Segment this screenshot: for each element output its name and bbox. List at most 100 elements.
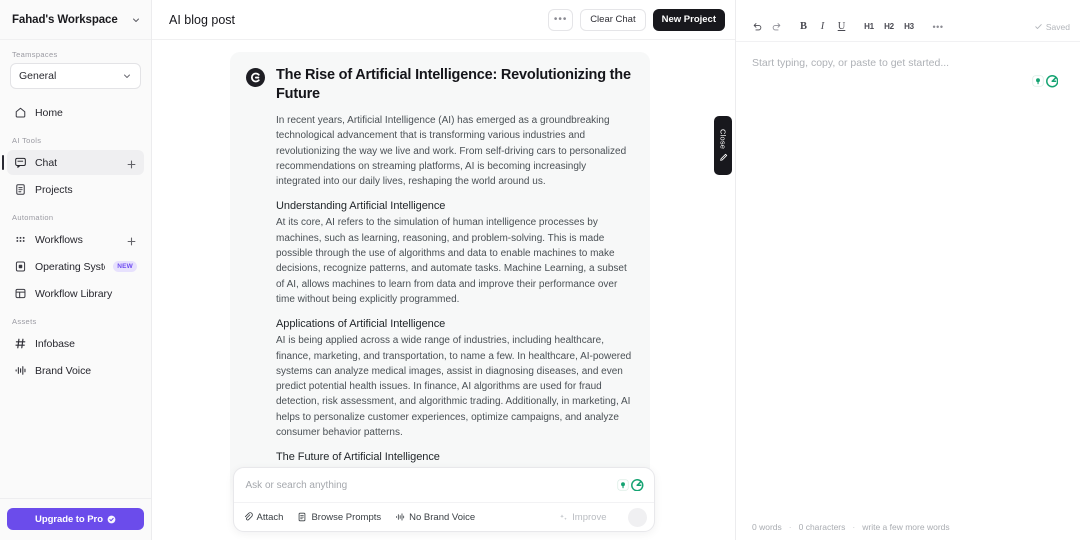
- sidebar-item-label: Workflow Library: [35, 288, 137, 300]
- teamspace-selected-value: General: [19, 70, 118, 82]
- composer-actions-row: Attach Browse Prompts No Brand Voice Imp…: [234, 502, 654, 531]
- upgrade-label: Upgrade to Pro: [35, 514, 103, 525]
- status-separator: ·: [852, 522, 855, 532]
- workspace-name: Fahad's Workspace: [12, 14, 125, 26]
- composer-input[interactable]: Ask or search anything: [246, 480, 618, 491]
- sidebar-footer: Upgrade to Pro: [0, 498, 151, 540]
- sidebar-item-chat[interactable]: Chat: [7, 150, 144, 175]
- plus-icon[interactable]: [126, 157, 137, 168]
- message-section1-body: At its core, AI refers to the simulation…: [276, 215, 633, 307]
- library-icon: [14, 287, 27, 300]
- status-badge-new: NEW: [113, 261, 137, 272]
- brand-voice-selector[interactable]: No Brand Voice: [395, 512, 475, 523]
- heading3-button[interactable]: H3: [899, 17, 919, 36]
- composer: Ask or search anything Attach Browse Pro…: [233, 467, 655, 532]
- sidebar-item-label: Projects: [35, 184, 137, 196]
- message-section2-heading: Applications of Artificial Intelligence: [276, 318, 633, 330]
- sidebar-item-projects[interactable]: Projects: [7, 177, 144, 202]
- new-project-button[interactable]: New Project: [653, 9, 725, 31]
- message-section1-heading: Understanding Artificial Intelligence: [276, 200, 633, 212]
- sidebar-item-workflow-library[interactable]: Workflow Library: [7, 281, 144, 306]
- status-badge-saved: Saved: [1034, 22, 1070, 32]
- composer-container: Ask or search anything Attach Browse Pro…: [152, 467, 735, 532]
- chevron-down-icon: [122, 71, 132, 81]
- section-label-ai-tools: AI Tools: [0, 136, 151, 145]
- heading2-button[interactable]: H2: [879, 17, 899, 36]
- check-icon: [1034, 22, 1043, 31]
- sidebar-item-home[interactable]: Home: [7, 100, 144, 125]
- clear-chat-button[interactable]: Clear Chat: [580, 9, 645, 31]
- close-tab-label: Close: [719, 129, 728, 149]
- more-options-button[interactable]: •••: [548, 9, 573, 31]
- copyai-logo-icon: [246, 68, 265, 87]
- word-count: 0 words: [752, 522, 782, 532]
- improve-label: Improve: [572, 512, 606, 523]
- improve-button[interactable]: Improve: [552, 508, 613, 527]
- sidebar-item-label: Infobase: [35, 338, 137, 350]
- attach-button[interactable]: Attach: [243, 512, 284, 523]
- app-root: Fahad's Workspace Teamspaces General Hom…: [0, 0, 1080, 540]
- pencil-icon: [719, 153, 728, 162]
- sidebar-item-label: Home: [35, 107, 137, 119]
- sidebar: Fahad's Workspace Teamspaces General Hom…: [0, 0, 152, 540]
- send-icon[interactable]: [628, 508, 647, 527]
- waveform-icon: [14, 364, 27, 377]
- status-separator: ·: [789, 522, 792, 532]
- message-intro-paragraph: In recent years, Artificial Intelligence…: [276, 113, 633, 189]
- message-section3-heading: The Future of Artificial Intelligence: [276, 451, 633, 463]
- editor-status-bar: 0 words · 0 characters · write a few mor…: [736, 514, 1080, 540]
- top-toolbar: AI blog post ••• Clear Chat New Project: [152, 0, 735, 40]
- chat-bubble-icon: [14, 156, 27, 169]
- redo-icon[interactable]: [767, 17, 786, 36]
- section-label-automation: Automation: [0, 213, 151, 222]
- workspace-switcher[interactable]: Fahad's Workspace: [0, 0, 151, 40]
- sidebar-item-workflows[interactable]: Workflows: [7, 227, 144, 252]
- message-section2-body: AI is being applied across a wide range …: [276, 333, 633, 440]
- heading1-button[interactable]: H1: [859, 17, 879, 36]
- hash-icon: [14, 337, 27, 350]
- assistant-message-body: The Rise of Artificial Intelligence: Rev…: [276, 66, 633, 493]
- chat-panel: AI blog post ••• Clear Chat New Project …: [152, 0, 736, 540]
- sparkle-badge-icon: [107, 515, 116, 524]
- sidebar-item-label: Brand Voice: [35, 365, 137, 377]
- sidebar-item-label: Workflows: [35, 234, 118, 246]
- dots-grid-icon: [14, 233, 27, 246]
- bold-button[interactable]: B: [794, 17, 813, 36]
- home-icon: [14, 106, 27, 119]
- browse-prompts-button[interactable]: Browse Prompts: [297, 512, 381, 523]
- brand-voice-label: No Brand Voice: [409, 512, 475, 523]
- browse-prompts-label: Browse Prompts: [311, 512, 381, 523]
- sidebar-item-brand-voice[interactable]: Brand Voice: [7, 358, 144, 383]
- chat-scroll-area[interactable]: The Rise of Artificial Intelligence: Rev…: [152, 40, 735, 540]
- underline-button[interactable]: U: [832, 17, 851, 36]
- sidebar-item-operating-systems[interactable]: Operating Systems NEW: [7, 254, 144, 279]
- teamspace-select[interactable]: General: [10, 63, 141, 89]
- editor-placeholder: Start typing, copy, or paste to get star…: [752, 57, 1064, 69]
- page-title: AI blog post: [169, 13, 548, 27]
- close-panel-tab[interactable]: Close: [714, 116, 732, 175]
- message-heading: The Rise of Artificial Intelligence: Rev…: [276, 66, 633, 104]
- toolbar-more-button[interactable]: •••: [927, 17, 949, 36]
- grammarly-icon[interactable]: [617, 479, 644, 492]
- sidebar-item-label: Chat: [35, 157, 118, 169]
- editor-panel: B I U H1 H2 H3 ••• Saved Start typing, c…: [736, 0, 1080, 540]
- composer-input-row[interactable]: Ask or search anything: [234, 468, 654, 502]
- section-label-assets: Assets: [0, 317, 151, 326]
- italic-button[interactable]: I: [813, 17, 832, 36]
- plus-icon[interactable]: [126, 234, 137, 245]
- sidebar-spacer: [0, 384, 151, 498]
- document-icon: [14, 183, 27, 196]
- editor-hint: write a few more words: [862, 522, 949, 532]
- chevron-down-icon: [131, 15, 141, 25]
- attach-label: Attach: [257, 512, 284, 523]
- top-toolbar-actions: ••• Clear Chat New Project: [548, 9, 725, 31]
- upgrade-to-pro-button[interactable]: Upgrade to Pro: [7, 508, 144, 530]
- os-box-icon: [14, 260, 27, 273]
- undo-icon[interactable]: [748, 17, 767, 36]
- grammarly-icon[interactable]: [1032, 75, 1059, 88]
- sidebar-item-label: Operating Systems: [35, 261, 105, 273]
- assistant-message-card: The Rise of Artificial Intelligence: Rev…: [230, 52, 650, 511]
- section-label-teamspaces: Teamspaces: [0, 50, 151, 59]
- editor-text-area[interactable]: Start typing, copy, or paste to get star…: [736, 42, 1080, 514]
- sidebar-item-infobase[interactable]: Infobase: [7, 331, 144, 356]
